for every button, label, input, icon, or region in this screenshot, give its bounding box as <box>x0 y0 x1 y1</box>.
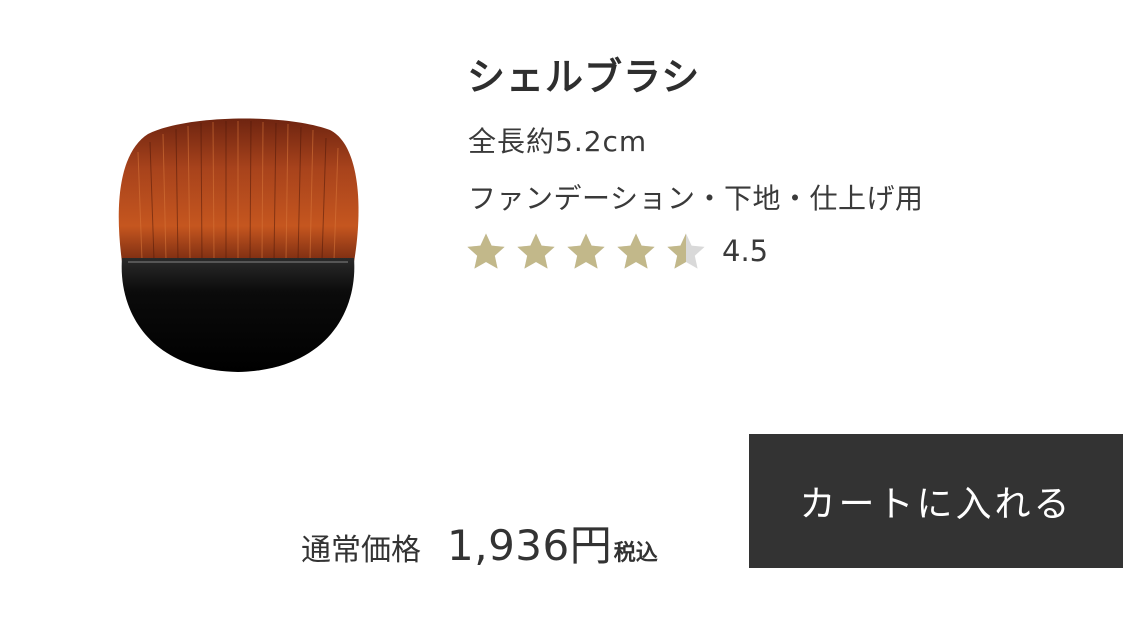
product-image <box>108 112 366 376</box>
star-icon <box>567 233 605 269</box>
price-label: 通常価格 <box>301 533 421 568</box>
star-icon <box>667 233 705 269</box>
star-icon <box>617 233 655 269</box>
price-amount: 1,936 <box>447 521 570 570</box>
tax-label: 税込 <box>613 541 658 566</box>
shell-brush-icon <box>118 118 359 372</box>
price: 通常価格 1,936 円 税込 <box>301 512 658 573</box>
product-rating: 4.5 <box>466 231 768 271</box>
rating-stars <box>466 232 706 270</box>
add-to-cart-button[interactable]: カートに入れる <box>749 434 1123 568</box>
star-icon <box>467 233 505 269</box>
rating-value: 4.5 <box>722 234 769 268</box>
product-usage: ファンデーション・下地・仕上げ用 <box>468 182 924 215</box>
star-icon <box>517 233 555 269</box>
product-title: シェルブラシ <box>467 55 701 99</box>
price-currency: 円 <box>569 521 612 570</box>
product-size: 全長約5.2cm <box>468 125 648 158</box>
